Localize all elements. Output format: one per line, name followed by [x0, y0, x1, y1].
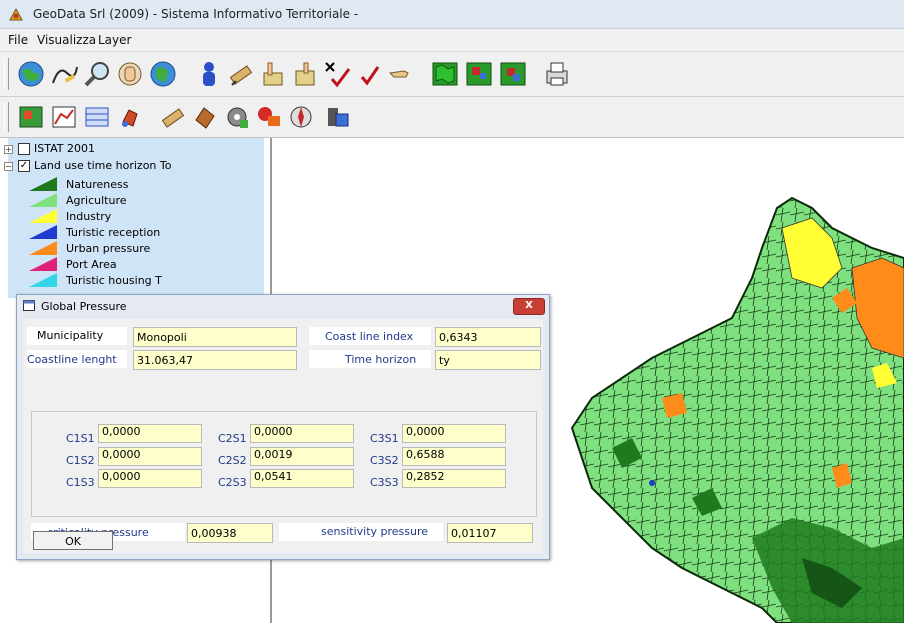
menu-layer[interactable]: Layer — [98, 33, 131, 47]
layers-icon[interactable] — [322, 102, 352, 132]
sensitivity-pressure-field[interactable]: 0,01107 — [447, 523, 533, 543]
municipality-label: Municipality — [37, 329, 104, 342]
c3s3-field[interactable]: 0,2852 — [402, 469, 506, 488]
printer-icon[interactable] — [542, 59, 572, 89]
c1s3-label: C1S3 — [66, 476, 95, 489]
time-horizon-label: Time horizon — [345, 353, 417, 366]
legend-swatch-urban-pressure — [29, 241, 57, 255]
c3s2-label: C3S2 — [370, 454, 399, 467]
c2s3-field[interactable]: 0,0541 — [250, 469, 354, 488]
paint-icon[interactable] — [115, 102, 145, 132]
municipality-field[interactable]: Monopoli — [133, 327, 297, 347]
legend-swatch-industry — [29, 209, 57, 223]
magnifier-icon[interactable] — [82, 59, 112, 89]
user-icon[interactable] — [194, 59, 224, 89]
measure-icon[interactable] — [322, 59, 352, 89]
legend-swatch-natureness — [29, 177, 57, 191]
menu-bar: File Visualizza Layer — [0, 29, 904, 52]
c2s1-field[interactable]: 0,0000 — [250, 424, 354, 443]
edit2-icon[interactable] — [158, 102, 188, 132]
area-map-icon[interactable] — [498, 59, 528, 89]
menu-file[interactable]: File — [8, 33, 28, 47]
c2s2-field[interactable]: 0,0019 — [250, 447, 354, 466]
c2s3-label: C2S3 — [218, 476, 247, 489]
shapes-icon[interactable] — [254, 102, 284, 132]
c2s1-label: C2S1 — [218, 432, 247, 445]
legend-label-turistic-reception: Turistic reception — [66, 226, 161, 239]
chart-icon[interactable] — [49, 102, 79, 132]
layer-checkbox-landuse[interactable]: ✓ — [18, 160, 30, 172]
edit-icon[interactable] — [226, 59, 256, 89]
layer-icon[interactable] — [16, 102, 46, 132]
dialog-body: Municipality Monopoli Coast line index 0… — [23, 319, 543, 553]
window-icon — [23, 300, 35, 311]
hand-point-icon[interactable] — [386, 59, 416, 89]
c1s1-field[interactable]: 0,0000 — [98, 424, 202, 443]
menu-visualizza[interactable]: Visualizza — [37, 33, 96, 47]
c1s2-field[interactable]: 0,0000 — [98, 447, 202, 466]
coast-line-index-label: Coast line index — [325, 330, 414, 343]
layer-label-landuse: Land use time horizon To — [34, 159, 172, 172]
toolbar-secondary — [0, 97, 904, 138]
check-icon[interactable] — [354, 59, 384, 89]
legend-label-turistic-housing: Turistic housing T — [66, 274, 162, 287]
time-horizon-field[interactable]: ty — [435, 350, 541, 370]
layer-row-landuse[interactable]: − ✓ Land use time horizon To — [0, 159, 260, 173]
c3s1-field[interactable]: 0,0000 — [402, 424, 506, 443]
legend-swatch-port-area — [29, 257, 57, 271]
app-icon — [8, 7, 24, 21]
layer-checkbox-istat[interactable] — [18, 143, 30, 155]
c3s1-label: C3S1 — [370, 432, 399, 445]
global-pressure-dialog: Global Pressure X Municipality Monopoli … — [16, 294, 550, 560]
legend-label-industry: Industry — [66, 210, 112, 223]
sensitivity-pressure-label: sensitivity pressure — [321, 525, 429, 538]
dialog-title-bar[interactable]: Global Pressure X — [17, 295, 549, 317]
coastline-length-label: Coastline lenght — [27, 353, 117, 366]
toolbar-grip — [4, 58, 9, 90]
hand-icon[interactable] — [115, 59, 145, 89]
compass-icon[interactable] — [286, 102, 316, 132]
toolbar-main: ▼ 300 — [0, 52, 904, 138]
c1s1-label: C1S1 — [66, 432, 95, 445]
collapse-icon[interactable]: − — [4, 162, 13, 171]
settings-icon[interactable] — [222, 102, 252, 132]
toolbar-grip — [4, 102, 9, 132]
title-bar: GeoData Srl (2009) - Sistema Informativo… — [0, 0, 904, 29]
legend-label-port-area: Port Area — [66, 258, 117, 271]
coast-line-index-field[interactable]: 0,6343 — [435, 327, 541, 347]
c1s3-field[interactable]: 0,0000 — [98, 469, 202, 488]
dialog-title: Global Pressure — [41, 300, 127, 313]
window-title: GeoData Srl (2009) - Sistema Informativo… — [33, 7, 359, 21]
table-icon[interactable] — [82, 102, 112, 132]
globe-pan-icon[interactable] — [148, 59, 178, 89]
legend-swatch-agriculture — [29, 193, 57, 207]
c1s2-label: C1S2 — [66, 454, 95, 467]
c3s2-field[interactable]: 0,6588 — [402, 447, 506, 466]
legend-swatch-turistic-reception — [29, 225, 57, 239]
paint2-icon[interactable] — [190, 102, 220, 132]
c3s3-label: C3S3 — [370, 476, 399, 489]
hand-query-icon[interactable] — [290, 59, 320, 89]
legend-swatch-turistic-housing — [29, 273, 57, 287]
pressure-matrix-group: C1S1 0,0000 C2S1 0,0000 C3S1 0,0000 C1S2… — [31, 411, 537, 517]
layer-row-istat[interactable]: + ISTAT 2001 — [0, 142, 260, 156]
legend-label-natureness: Natureness — [66, 178, 129, 191]
ok-button[interactable]: OK — [33, 531, 113, 550]
close-icon[interactable]: X — [513, 298, 545, 315]
legend-label-agriculture: Agriculture — [66, 194, 127, 207]
expand-icon[interactable]: + — [4, 145, 13, 154]
map-icon[interactable] — [430, 59, 460, 89]
pen-icon[interactable] — [49, 59, 79, 89]
globe-icon[interactable] — [16, 59, 46, 89]
c2s2-label: C2S2 — [218, 454, 247, 467]
criticality-pressure-field[interactable]: 0,00938 — [187, 523, 273, 543]
legend-label-urban-pressure: Urban pressure — [66, 242, 151, 255]
layer-label-istat: ISTAT 2001 — [34, 142, 95, 155]
hand-select-icon[interactable] — [258, 59, 288, 89]
grid-map-icon[interactable] — [464, 59, 494, 89]
coastline-length-field[interactable]: 31.063,47 — [133, 350, 297, 370]
